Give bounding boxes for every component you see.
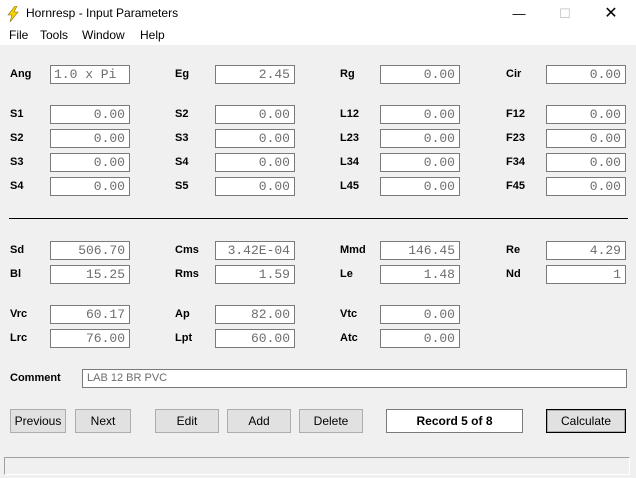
label-s4: S4 [10, 180, 24, 192]
field-cms[interactable]: 3.42E-04 [215, 241, 295, 260]
menu-help[interactable]: Help [140, 28, 165, 42]
label-ang: Ang [10, 68, 32, 80]
label-lpt: Lpt [175, 332, 193, 344]
label-mmd: Mmd [340, 244, 366, 256]
label-l45: L45 [340, 180, 359, 192]
minimize-button[interactable]: — [496, 0, 542, 27]
field-s4-upper[interactable]: 0.00 [215, 153, 295, 172]
field-vtc[interactable]: 0.00 [380, 305, 460, 324]
label-rms: Rms [175, 268, 199, 280]
field-l34[interactable]: 0.00 [380, 153, 460, 172]
label-ap: Ap [175, 308, 190, 320]
field-nd[interactable]: 1 [546, 265, 626, 284]
field-atc[interactable]: 0.00 [380, 329, 460, 348]
label-comment: Comment [10, 372, 61, 384]
field-rg[interactable]: 0.00 [380, 65, 460, 84]
field-sd[interactable]: 506.70 [50, 241, 130, 260]
field-f45[interactable]: 0.00 [546, 177, 626, 196]
label-atc: Atc [340, 332, 358, 344]
label-f12: F12 [506, 108, 525, 120]
field-l12[interactable]: 0.00 [380, 105, 460, 124]
menu-tools[interactable]: Tools [40, 28, 68, 42]
field-re[interactable]: 4.29 [546, 241, 626, 260]
menu-file[interactable]: File [9, 28, 28, 42]
field-s3[interactable]: 0.00 [50, 153, 130, 172]
field-s2[interactable]: 0.00 [50, 129, 130, 148]
label-vrc: Vrc [10, 308, 28, 320]
label-cms: Cms [175, 244, 199, 256]
calculate-button[interactable]: Calculate [546, 409, 626, 433]
field-cir[interactable]: 0.00 [546, 65, 626, 84]
field-mmd[interactable]: 146.45 [380, 241, 460, 260]
label-l12: L12 [340, 108, 359, 120]
field-f34[interactable]: 0.00 [546, 153, 626, 172]
label-cir: Cir [506, 68, 522, 80]
field-s1[interactable]: 0.00 [50, 105, 130, 124]
field-s5[interactable]: 0.00 [215, 177, 295, 196]
field-f12[interactable]: 0.00 [546, 105, 626, 124]
field-s2-upper[interactable]: 0.00 [215, 105, 295, 124]
status-bar [0, 455, 636, 478]
label-s4-upper: S4 [175, 156, 189, 168]
label-l34: L34 [340, 156, 359, 168]
field-ap[interactable]: 82.00 [215, 305, 295, 324]
label-le: Le [340, 268, 353, 280]
label-lrc: Lrc [10, 332, 28, 344]
input-parameters-panel: Ang 1.0 x Pi Eg 2.45 Rg 0.00 Cir 0.00 S1… [0, 45, 636, 455]
field-s3-upper[interactable]: 0.00 [215, 129, 295, 148]
edit-button[interactable]: Edit [155, 409, 219, 433]
label-s3: S3 [10, 156, 24, 168]
field-vrc[interactable]: 60.17 [50, 305, 130, 324]
label-f34: F34 [506, 156, 525, 168]
label-s2: S2 [10, 132, 24, 144]
label-s2-upper: S2 [175, 108, 189, 120]
field-l45[interactable]: 0.00 [380, 177, 460, 196]
field-lrc[interactable]: 76.00 [50, 329, 130, 348]
record-indicator: Record 5 of 8 [386, 409, 523, 433]
label-s3-upper: S3 [175, 132, 189, 144]
delete-button[interactable]: Delete [299, 409, 363, 433]
label-l23: L23 [340, 132, 359, 144]
maximize-button[interactable]: ☐ [542, 0, 588, 27]
lightning-bolt-icon [7, 6, 19, 22]
field-ang[interactable]: 1.0 x Pi [50, 65, 130, 84]
field-l23[interactable]: 0.00 [380, 129, 460, 148]
add-button[interactable]: Add [227, 409, 291, 433]
previous-button[interactable]: Previous [10, 409, 66, 433]
label-re: Re [506, 244, 521, 256]
label-nd: Nd [506, 268, 521, 280]
comment-field[interactable]: LAB 12 BR PVC [82, 369, 627, 388]
field-lpt[interactable]: 60.00 [215, 329, 295, 348]
field-eg[interactable]: 2.45 [215, 65, 295, 84]
label-f45: F45 [506, 180, 525, 192]
label-s5: S5 [175, 180, 189, 192]
field-bl[interactable]: 15.25 [50, 265, 130, 284]
label-f23: F23 [506, 132, 525, 144]
label-vtc: Vtc [340, 308, 358, 320]
next-button[interactable]: Next [75, 409, 131, 433]
field-s4[interactable]: 0.00 [50, 177, 130, 196]
status-panel [4, 457, 630, 475]
window-title: Hornresp - Input Parameters [26, 6, 179, 20]
section-divider [9, 218, 628, 219]
menu-bar: File Tools Window Help [0, 27, 636, 45]
field-f23[interactable]: 0.00 [546, 129, 626, 148]
title-bar[interactable]: Hornresp - Input Parameters — ☐ ✕ [0, 0, 636, 27]
field-le[interactable]: 1.48 [380, 265, 460, 284]
label-sd: Sd [10, 244, 25, 256]
field-rms[interactable]: 1.59 [215, 265, 295, 284]
label-rg: Rg [340, 68, 355, 80]
menu-window[interactable]: Window [82, 28, 125, 42]
label-bl: Bl [10, 268, 21, 280]
label-eg: Eg [175, 68, 190, 80]
close-button[interactable]: ✕ [588, 0, 634, 27]
label-s1: S1 [10, 108, 24, 120]
